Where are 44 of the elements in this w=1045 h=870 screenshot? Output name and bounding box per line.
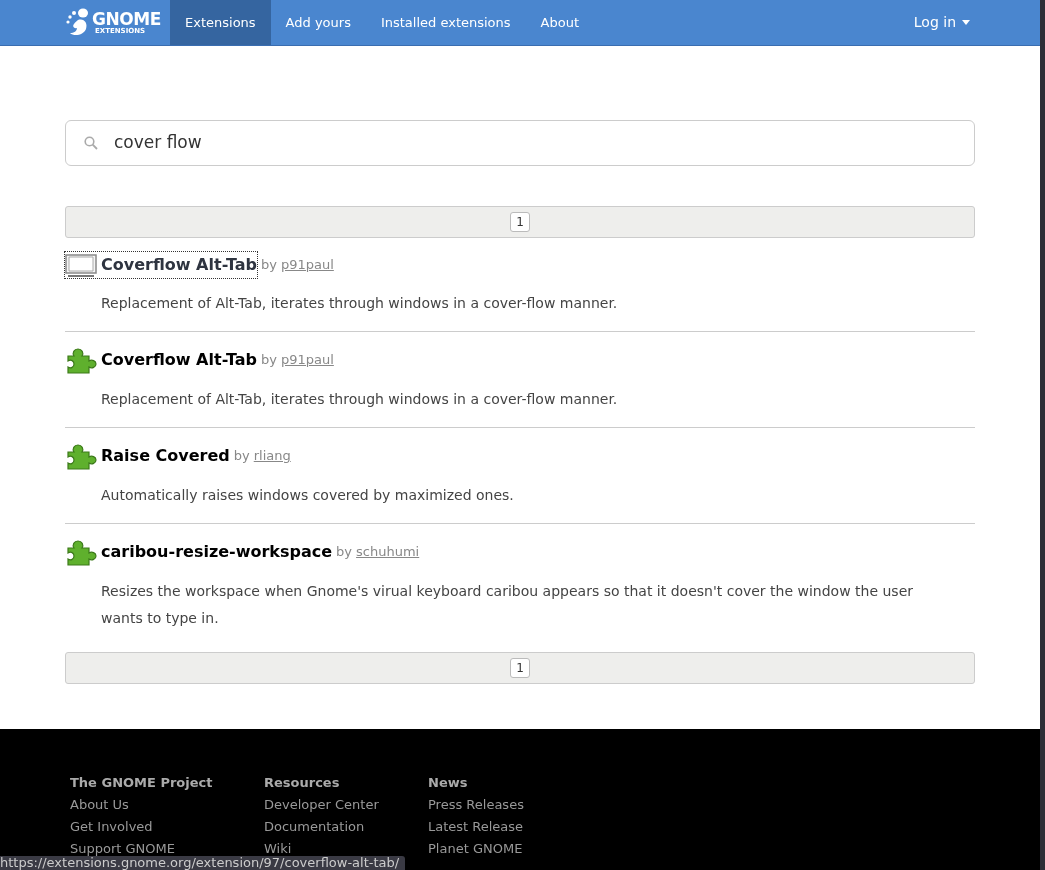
extension-description: Automatically raises windows covered by maximized ones. — [101, 486, 515, 505]
footer-heading: The GNOME Project — [70, 774, 214, 792]
logo-wordmark: GNOME — [92, 10, 162, 28]
page-button[interactable]: 1 — [510, 658, 530, 678]
extension-description: Resizes the workspace when Gnome's virual keyboard caribou appears so that it doesn't cover the window the user wants to type in. — [101, 582, 915, 628]
nav-tab[interactable]: About — [525, 0, 594, 45]
extension-title-link[interactable]: caribou-resize-workspace — [65, 538, 333, 566]
search-icon — [84, 136, 98, 150]
footer-heading: Resources — [264, 774, 341, 792]
link-url-tooltip: https://extensions.gnome.org/extension/97/coverflow-alt-tab/ — [0, 856, 406, 870]
by-label: by — [261, 256, 277, 275]
extension-title-link[interactable]: Coverflow Alt-Tab — [65, 252, 257, 278]
broken-image-icon — [65, 252, 97, 278]
nav-tab[interactable]: Add yours — [270, 0, 366, 45]
footer-link[interactable]: Planet GNOME — [428, 838, 592, 860]
by-label: by — [233, 447, 250, 466]
author-link[interactable]: rliang — [253, 446, 291, 466]
extension-description: Replacement of Alt-Tab, iterates through windows in a cover-flow manner. — [101, 390, 619, 409]
extension-description: Replacement of Alt-Tab, iterates through windows in a cover-flow manner. — [101, 294, 619, 313]
footer-link[interactable]: Latest Release — [428, 816, 592, 838]
footer-heading: News — [428, 774, 469, 792]
by-label: by — [261, 351, 277, 370]
page-button[interactable]: 1 — [510, 212, 530, 232]
extension-title-link[interactable]: Raise Covered — [65, 442, 230, 470]
search-input[interactable]: cover flow — [114, 130, 956, 156]
puzzle-piece-icon — [65, 442, 97, 470]
author-link[interactable]: p91paul — [280, 255, 334, 275]
footer-link[interactable]: About Us — [70, 794, 264, 816]
nav-tab[interactable]: Installed extensions — [365, 0, 526, 45]
caret-icon — [962, 20, 970, 25]
author-link[interactable]: schuhumi — [356, 542, 420, 562]
puzzle-piece-icon — [65, 346, 97, 374]
puzzle-piece-icon — [65, 538, 97, 566]
foot-icon — [64, 7, 90, 38]
by-label: by — [336, 543, 353, 562]
footer-link[interactable]: Developer Center — [264, 794, 428, 816]
login-dropdown[interactable]: Log in — [913, 0, 970, 45]
extension-title-link[interactable]: Coverflow Alt-Tab — [65, 346, 257, 374]
footer-link[interactable]: Press Releases — [428, 794, 592, 816]
search-field[interactable]: cover flow — [65, 120, 975, 166]
author-link[interactable]: p91paul — [280, 350, 334, 370]
footer-link[interactable]: Get Involved — [70, 816, 264, 838]
nav-tab[interactable]: Extensions — [170, 0, 271, 45]
footer-link[interactable]: Documentation — [264, 816, 428, 838]
